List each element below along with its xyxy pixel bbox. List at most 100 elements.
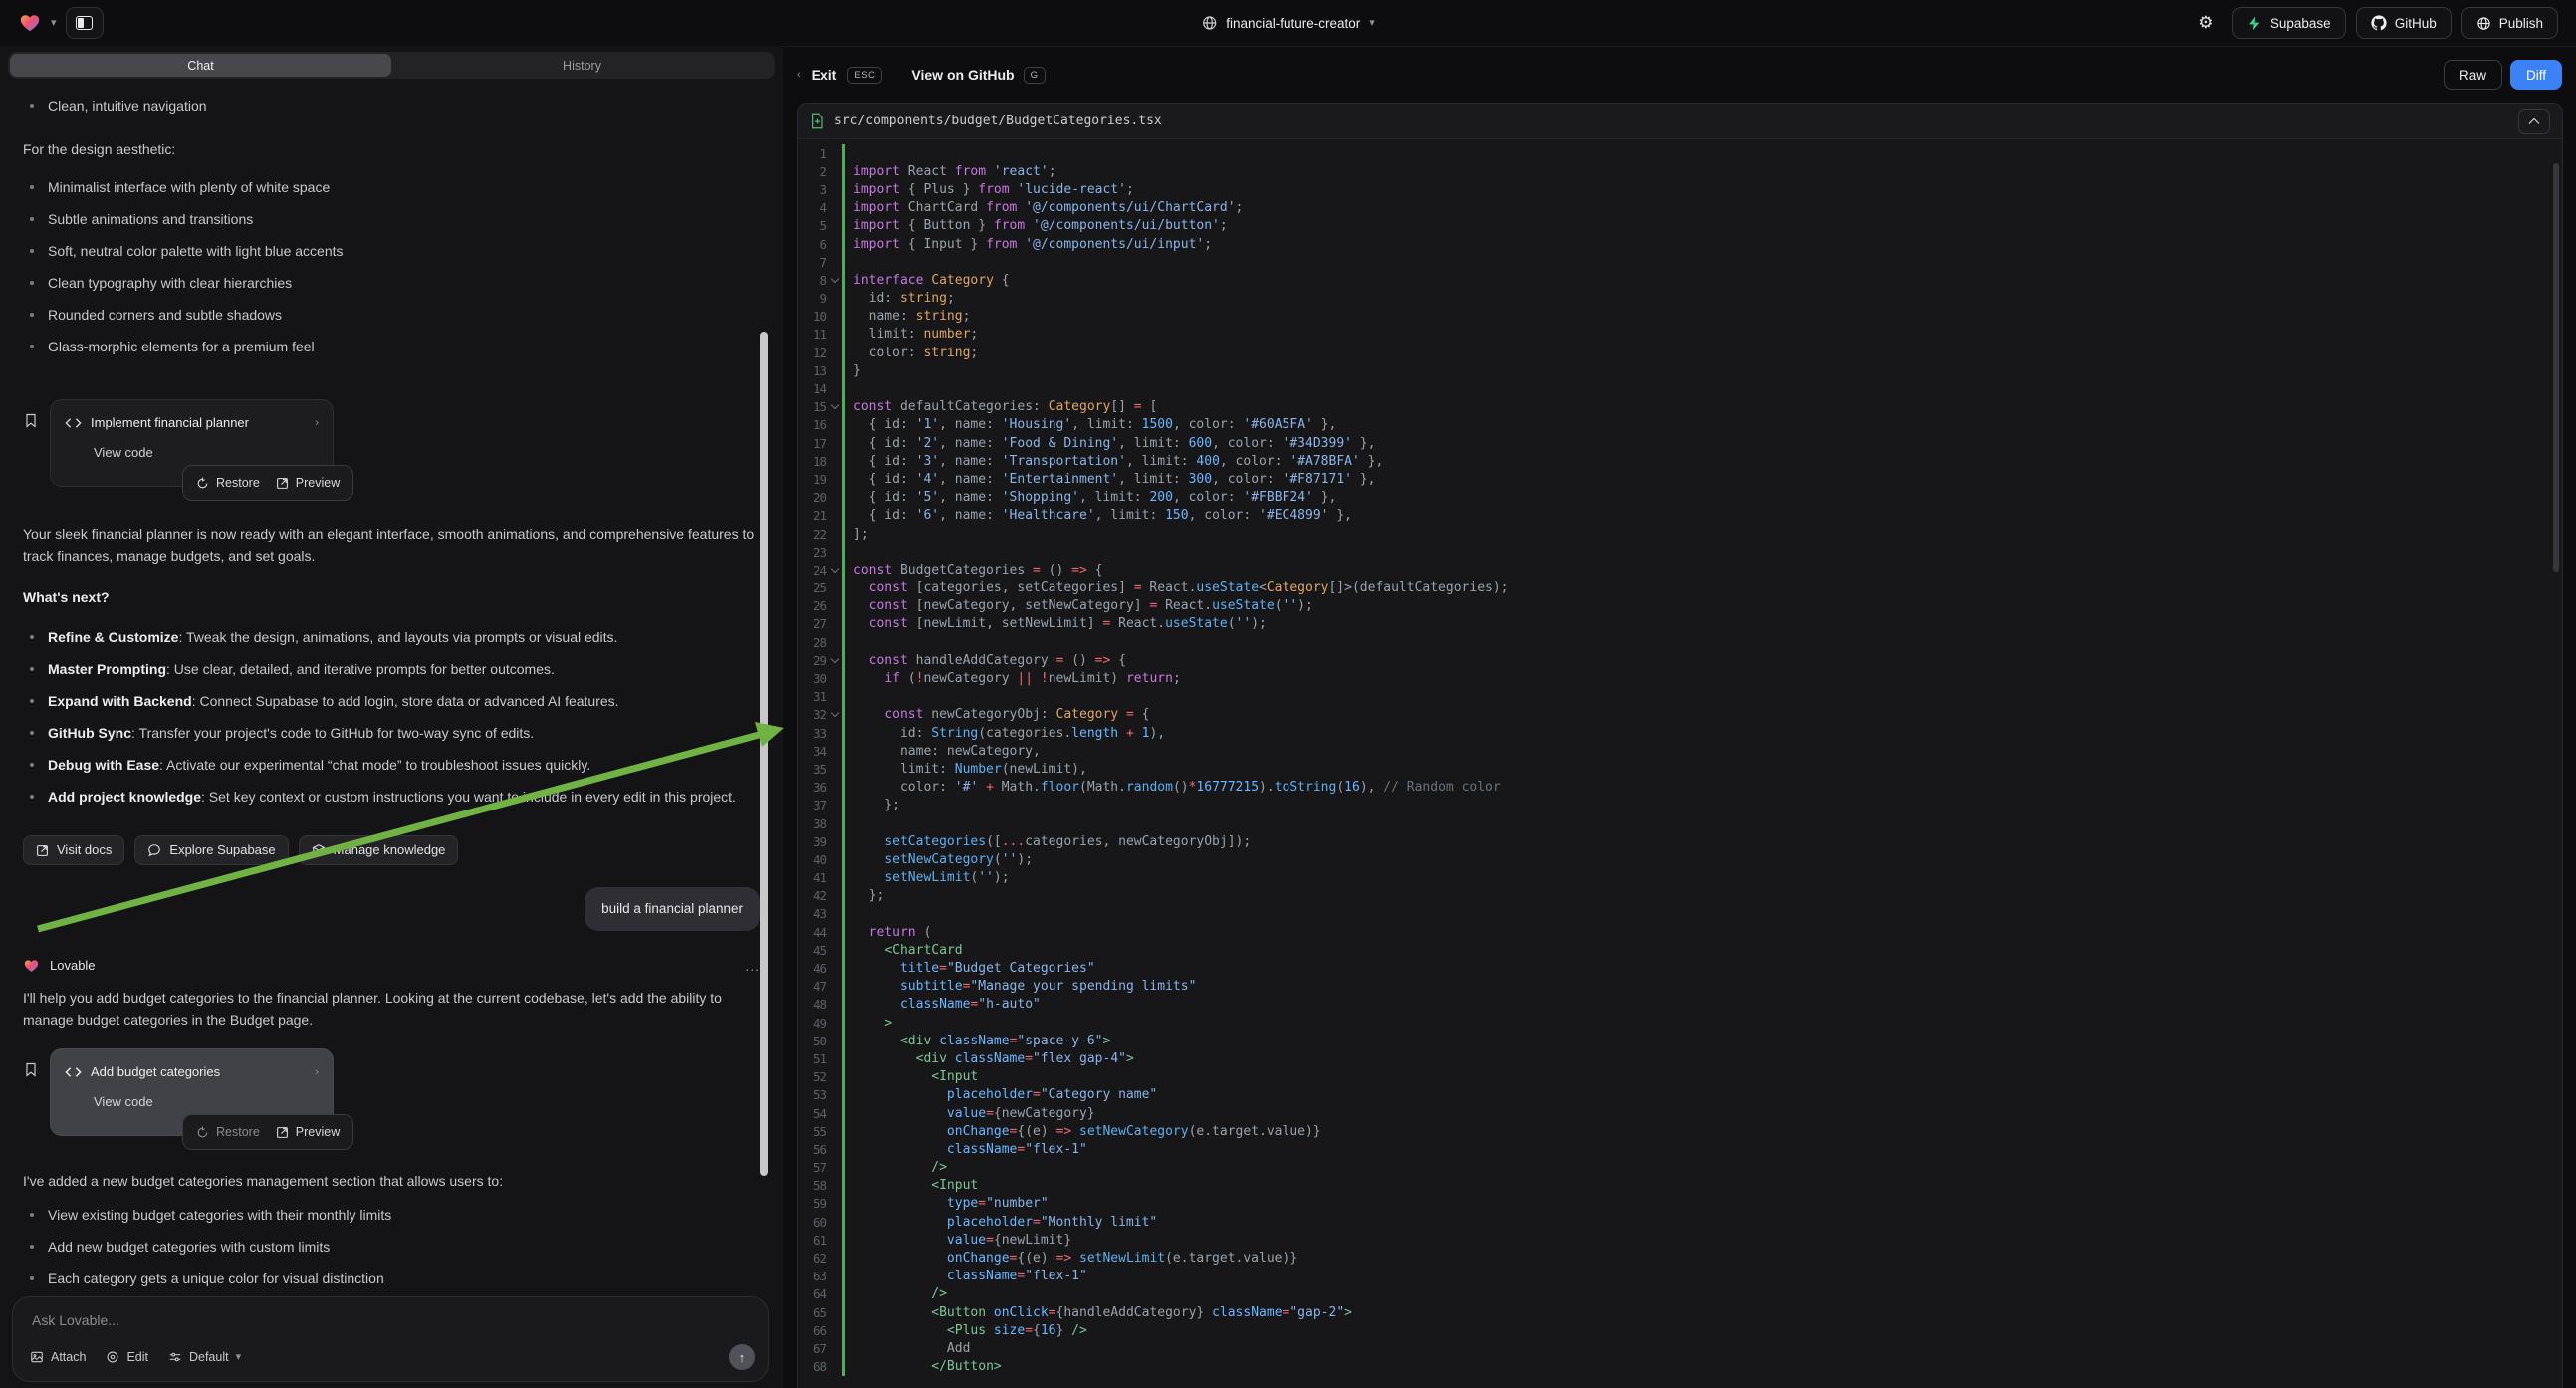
github-button[interactable]: GitHub (2356, 7, 2452, 39)
fold-chevron-icon[interactable] (830, 655, 838, 663)
fold-chevron-icon[interactable] (830, 401, 838, 409)
diff-added-gutter (842, 144, 845, 162)
code-line: 45 <ChartCard (798, 941, 2562, 959)
code-line: 18 { id: '3', name: 'Transportation', li… (798, 452, 2562, 470)
line-number: 58 (798, 1178, 827, 1193)
exit-button[interactable]: Exit (812, 67, 837, 83)
code-line: 21 { id: '6', name: 'Healthcare', limit:… (798, 507, 2562, 525)
list-item: Each category gets a unique color for vi… (23, 1266, 760, 1290)
list-item: Glass-morphic elements for a premium fee… (23, 334, 760, 359)
view-code-link[interactable]: View code (94, 442, 319, 464)
add-budget-categories-card[interactable]: Add budget categories › View code Restor… (50, 1048, 334, 1136)
fold-chevron-icon[interactable] (830, 275, 838, 283)
line-number: 11 (798, 327, 827, 342)
logo-chevron-down-icon[interactable]: ▾ (51, 18, 57, 29)
project-name: financial-future-creator (1226, 16, 1360, 31)
code-line: 14 (798, 379, 2562, 397)
restore-preview-pill: Restore Preview (182, 465, 353, 501)
code-lines[interactable]: 12import React from 'react';3import { Pl… (798, 139, 2562, 1388)
edit-card-row: Add budget categories › View code Restor… (23, 1048, 760, 1136)
settings-gear-button[interactable]: ⚙ (2189, 7, 2223, 39)
bookmark-icon[interactable] (23, 411, 39, 430)
list-item: Soft, neutral color palette with light b… (23, 238, 760, 264)
code-line: 5import { Button } from '@/components/ui… (798, 217, 2562, 235)
project-switcher[interactable]: financial-future-creator ▾ (1201, 0, 1375, 46)
code-line: 46 title="Budget Categories" (798, 959, 2562, 977)
code-scrollbar-thumb[interactable] (2553, 163, 2559, 572)
edit-card-row: Implement financial planner › View code … (23, 399, 760, 487)
code-line: 2import React from 'react'; (798, 162, 2562, 180)
line-number: 17 (798, 436, 827, 451)
file-path-bar[interactable]: src/components/budget/BudgetCategories.t… (798, 104, 2562, 139)
preview-button[interactable]: Preview (276, 472, 340, 494)
diff-added-gutter (842, 905, 845, 923)
code-line: 39 setCategories([...categories, newCate… (798, 832, 2562, 850)
raw-toggle-button[interactable]: Raw (2444, 60, 2502, 90)
line-number: 25 (798, 580, 827, 595)
model-selector[interactable]: Default ▾ (168, 1350, 241, 1364)
assistant-paragraph: I've added a new budget categories manag… (23, 1170, 760, 1192)
line-number: 31 (798, 689, 827, 704)
chat-bubble-icon (147, 843, 161, 857)
explore-supabase-button[interactable]: Explore Supabase (134, 835, 288, 865)
line-number: 1 (798, 146, 827, 161)
code-line: 49 > (798, 1014, 2562, 1032)
list-item: GitHub Sync: Transfer your project's cod… (23, 720, 760, 746)
chevron-right-icon: › (315, 1067, 319, 1078)
user-message: build a financial planner (585, 887, 760, 931)
fold-chevron-icon[interactable] (830, 565, 838, 573)
chat-panel: Chat History Clean, intuitive navigation… (0, 46, 783, 1388)
toggle-sidebar-button[interactable] (66, 7, 104, 39)
tab-history[interactable]: History (391, 54, 773, 77)
code-line: 50 <div className="space-y-6"> (798, 1032, 2562, 1049)
code-line: 48 className="h-auto" (798, 996, 2562, 1014)
line-number: 19 (798, 472, 827, 487)
diff-toggle-button[interactable]: Diff (2510, 60, 2562, 90)
line-number: 48 (798, 997, 827, 1012)
code-line: 7 (798, 253, 2562, 271)
supabase-button[interactable]: Supabase (2232, 7, 2346, 39)
tab-chat[interactable]: Chat (10, 54, 391, 77)
line-number: 52 (798, 1069, 827, 1084)
code-line: 65 <Button onClick={handleAddCategory} c… (798, 1303, 2562, 1321)
restore-button[interactable]: Restore (196, 1121, 260, 1143)
chat-messages[interactable]: Clean, intuitive navigation For the desi… (0, 79, 783, 1290)
diff-added-gutter (842, 379, 845, 397)
implement-financial-planner-card[interactable]: Implement financial planner › View code … (50, 399, 334, 487)
code-line: 23 (798, 543, 2562, 561)
line-number: 53 (798, 1087, 827, 1102)
line-number: 2 (798, 164, 827, 179)
send-button[interactable]: ↑ (729, 1344, 755, 1370)
chat-input-box[interactable]: Ask Lovable... Attach Edit Default ▾ ↑ (12, 1296, 769, 1382)
message-menu-button[interactable]: ... (745, 955, 760, 977)
list-item: View existing budget categories with the… (23, 1202, 760, 1228)
preview-button[interactable]: Preview (276, 1121, 340, 1143)
diff-added-gutter (842, 814, 845, 832)
bookmark-icon[interactable] (23, 1060, 39, 1079)
line-number: 59 (798, 1196, 827, 1211)
collapse-file-button[interactable] (2518, 109, 2550, 134)
view-code-link[interactable]: View code (94, 1091, 319, 1113)
list-item: Debug with Ease: Activate our experiment… (23, 752, 760, 778)
view-on-github-button[interactable]: View on GitHub (911, 67, 1014, 83)
manage-knowledge-button[interactable]: Manage knowledge (299, 835, 459, 865)
code-line: 8interface Category { (798, 271, 2562, 289)
restore-button[interactable]: Restore (196, 472, 260, 494)
line-number: 5 (798, 218, 827, 233)
code-line: 24const BudgetCategories = () => { (798, 561, 2562, 578)
code-line: 12 color: string; (798, 344, 2562, 361)
line-number: 34 (798, 744, 827, 759)
diff-added-gutter (842, 543, 845, 561)
chat-scrollbar-thumb[interactable] (760, 332, 768, 1176)
line-number: 42 (798, 888, 827, 903)
list-item: Refine & Customize: Tweak the design, an… (23, 624, 760, 650)
visit-docs-button[interactable]: Visit docs (23, 835, 124, 865)
lovable-logo-heart-icon[interactable] (18, 12, 42, 34)
code-line: 67 Add (798, 1339, 2562, 1357)
code-line: 57 /> (798, 1159, 2562, 1177)
whats-next-heading: What's next? (23, 586, 760, 608)
edit-mode-button[interactable]: Edit (106, 1350, 148, 1364)
publish-button[interactable]: Publish (2461, 7, 2558, 39)
attach-button[interactable]: Attach (30, 1350, 86, 1364)
fold-chevron-icon[interactable] (830, 709, 838, 717)
